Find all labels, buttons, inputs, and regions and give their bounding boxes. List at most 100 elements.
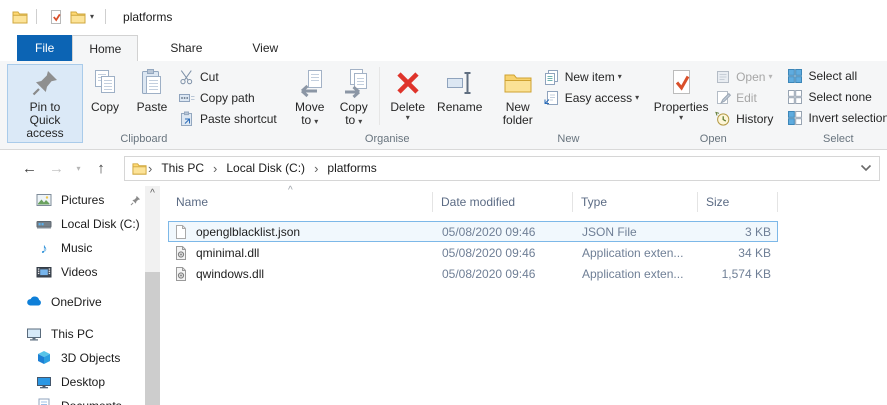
sidebar-item-this-pc[interactable]: This PC [0, 322, 145, 346]
back-button[interactable]: ← [16, 160, 43, 177]
address-bar[interactable]: › This PC › Local Disk (C:) › platforms [124, 155, 880, 181]
breadcrumb-local-disk-c[interactable]: Local Disk (C:) [218, 161, 313, 175]
cut-button[interactable]: Cut [176, 66, 280, 87]
history-clock-icon [715, 111, 731, 127]
sidebar-item-onedrive[interactable]: OneDrive [0, 290, 145, 314]
new-item-icon [544, 69, 560, 85]
desktop-icon [36, 374, 52, 390]
scrollbar-up-arrow[interactable]: ^ [145, 186, 160, 202]
select-all-button[interactable]: Select all [784, 65, 860, 86]
invert-selection-icon [787, 110, 803, 126]
open-label: Open [736, 69, 766, 84]
select-none-button[interactable]: Select none [784, 86, 874, 107]
copy-path-label: Copy path [200, 90, 255, 105]
ribbon-group-label-open: Open [699, 133, 727, 145]
paste-shortcut-label: Paste shortcut [200, 111, 277, 126]
address-dropdown-chevron-icon[interactable] [860, 164, 872, 172]
rename-icon [444, 67, 476, 99]
edit-button[interactable]: Edit [712, 87, 776, 108]
sidebar-item-label: Documents [61, 399, 122, 405]
sidebar-item-documents[interactable]: Documents [0, 394, 145, 405]
history-button[interactable]: History [712, 108, 776, 129]
sidebar-scrollbar[interactable]: ^ [145, 186, 160, 405]
window-folder-icon [12, 9, 28, 25]
chevron-down-icon: ▾ [405, 113, 410, 122]
rename-button[interactable]: Rename [433, 65, 487, 116]
column-header-type[interactable]: Type [573, 191, 698, 212]
tab-file[interactable]: File [17, 35, 73, 61]
easy-access-button[interactable]: Easy access ▾ [541, 87, 642, 108]
column-header-row: ^ Name Date modified Type Size [168, 185, 887, 215]
sidebar-item-desktop[interactable]: Desktop [0, 370, 145, 394]
invert-selection-label: Invert selection [808, 110, 887, 125]
column-header-name[interactable]: Name [168, 191, 433, 212]
divider [36, 9, 37, 24]
delete-button[interactable]: Delete ▾ [383, 65, 433, 124]
new-folder-button[interactable]: New folder [495, 65, 541, 129]
title-bar: ▾ platforms [0, 0, 887, 33]
sidebar-item-music[interactable]: ♪ Music [0, 236, 145, 260]
qat-customize-chevron-icon[interactable]: ▾ [90, 12, 94, 21]
move-to-icon [294, 67, 326, 99]
paste-shortcut-button[interactable]: Paste shortcut [176, 108, 280, 129]
sidebar-item-videos[interactable]: Videos [0, 260, 145, 284]
file-type: JSON File [582, 224, 637, 239]
move-to-button[interactable]: Move to ▾ [288, 65, 332, 130]
column-header-date-modified[interactable]: Date modified [433, 191, 573, 212]
sidebar-item-label: This PC [51, 327, 94, 341]
paste-icon [136, 67, 168, 99]
copy-path-button[interactable]: Copy path [176, 87, 280, 108]
documents-icon [36, 398, 52, 405]
copy-to-button[interactable]: Copy to ▾ [332, 65, 376, 130]
breadcrumb-this-pc[interactable]: This PC [153, 161, 212, 175]
up-button[interactable]: ↑ [87, 160, 115, 177]
tab-view[interactable]: View [236, 35, 294, 61]
history-label: History [736, 111, 774, 126]
paste-button[interactable]: Paste [128, 65, 176, 116]
file-row-qwindows[interactable]: qwindows.dll 05/08/2020 09:46 Applicatio… [168, 263, 778, 284]
new-item-button[interactable]: New item ▾ [541, 66, 642, 87]
file-date: 05/08/2020 09:46 [442, 224, 536, 239]
sidebar-item-pictures[interactable]: Pictures [0, 188, 145, 212]
chevron-down-icon: ▾ [617, 72, 622, 81]
chevron-down-icon: ▾ [679, 113, 684, 122]
address-folder-icon [132, 161, 147, 176]
file-date: 05/08/2020 09:46 [442, 266, 536, 281]
edit-label: Edit [736, 90, 757, 105]
paste-label: Paste [136, 100, 168, 114]
invert-selection-button[interactable]: Invert selection [784, 107, 887, 128]
qat-new-folder-button[interactable]: ▾ [67, 7, 97, 27]
scrollbar-thumb[interactable] [145, 272, 160, 405]
file-name: qminimal.dll [196, 245, 260, 260]
properties-button[interactable]: Properties ▾ [650, 65, 712, 124]
copy-button[interactable]: Copy [82, 65, 128, 116]
sidebar-item-local-disk-c[interactable]: Local Disk (C:) [0, 212, 145, 236]
chevron-down-icon: ▾ [358, 117, 363, 126]
column-header-size[interactable]: Size [698, 191, 778, 212]
ribbon-group-open: Properties ▾ Open ▾ Edit History Open [646, 64, 780, 149]
open-icon [715, 69, 731, 85]
file-row-openglblacklist[interactable]: openglblacklist.json 05/08/2020 09:46 JS… [168, 221, 778, 242]
qat-properties-button[interactable] [45, 7, 67, 27]
delete-x-icon [392, 67, 424, 99]
recent-locations-chevron-icon[interactable]: ▾ [70, 164, 87, 173]
tab-home[interactable]: Home [72, 35, 139, 61]
sidebar-item-3d-objects[interactable]: 3D Objects [0, 346, 145, 370]
rename-label: Rename [437, 100, 483, 114]
onedrive-cloud-icon [26, 294, 42, 310]
ribbon: Pin to Quick access Copy Paste Cut Copy … [0, 61, 887, 150]
breadcrumb-platforms[interactable]: platforms [319, 161, 384, 175]
ribbon-group-label-clipboard: Clipboard [120, 133, 168, 145]
forward-button[interactable]: → [43, 160, 70, 177]
file-type: Application exten... [582, 245, 684, 260]
window-title: platforms [123, 9, 173, 24]
ribbon-group-clipboard: Pin to Quick access Copy Paste Cut Copy … [4, 64, 284, 149]
easy-access-label: Easy access [564, 90, 633, 105]
open-button[interactable]: Open ▾ [712, 66, 776, 87]
file-date: 05/08/2020 09:46 [442, 245, 536, 260]
ribbon-group-organise: Move to ▾ Copy to ▾ Delete ▾ Rename Orga… [284, 64, 491, 149]
tab-share[interactable]: Share [154, 35, 218, 61]
file-row-qminimal[interactable]: qminimal.dll 05/08/2020 09:46 Applicatio… [168, 242, 778, 263]
divider [105, 9, 107, 24]
sidebar-item-label: Videos [61, 265, 98, 279]
